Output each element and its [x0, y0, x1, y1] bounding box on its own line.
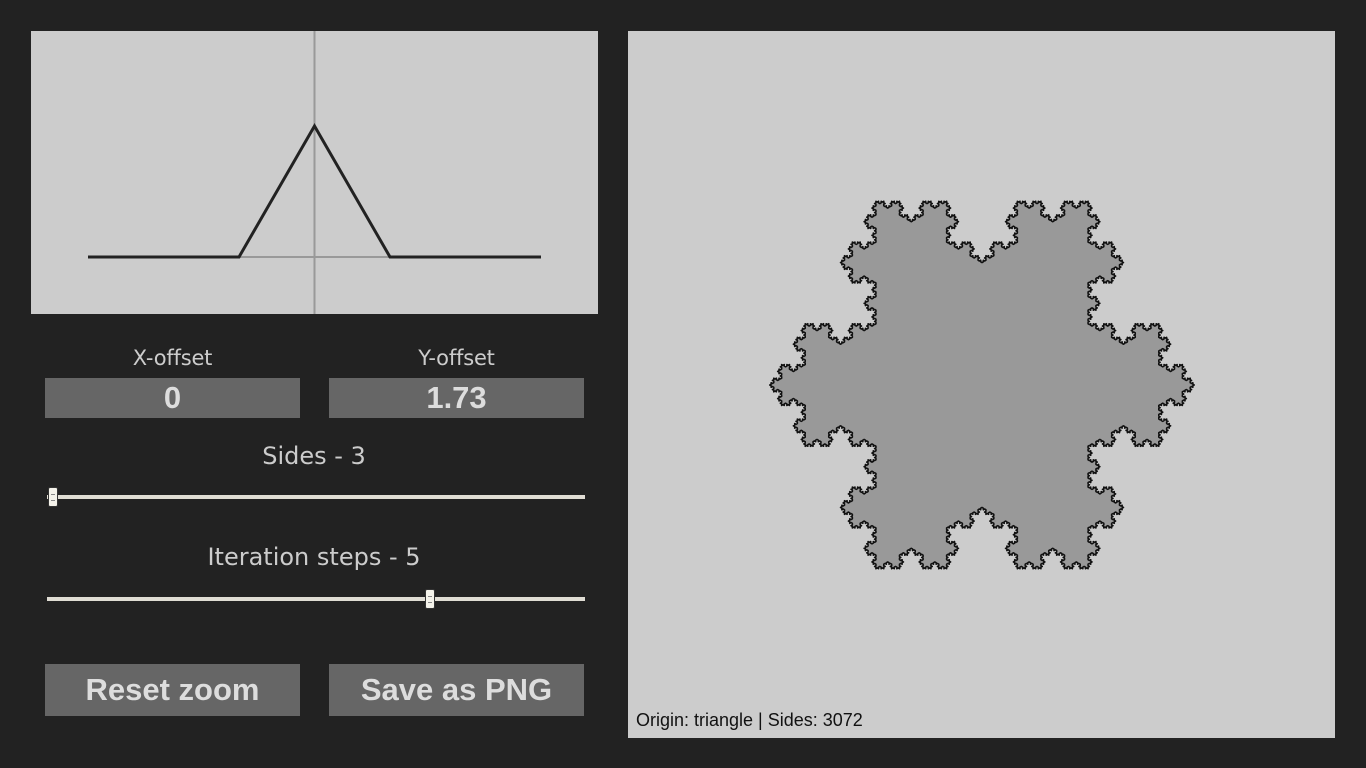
iterations-label: Iteration steps - 5: [207, 543, 421, 571]
iterations-slider-thumb[interactable]: [425, 589, 435, 609]
iterations-slider[interactable]: [47, 589, 585, 609]
status-text: Origin: triangle | Sides: 3072: [636, 710, 863, 730]
save-png-button[interactable]: Save as PNG: [329, 664, 584, 716]
sides-label: Sides - 3: [262, 442, 366, 470]
sides-slider-thumb[interactable]: [48, 487, 58, 507]
y-offset-input[interactable]: [329, 378, 584, 418]
koch-snowflake: [769, 200, 1195, 570]
fractal-svg: [769, 200, 1195, 570]
x-offset-input[interactable]: [45, 378, 300, 418]
fractal-canvas[interactable]: Origin: triangle | Sides: 3072: [628, 31, 1335, 738]
x-offset-label: X-offset: [132, 346, 213, 370]
generator-preview[interactable]: [31, 31, 598, 314]
sides-slider[interactable]: [47, 487, 585, 507]
reset-zoom-button[interactable]: Reset zoom: [45, 664, 300, 716]
generator-preview-svg: [88, 31, 541, 314]
y-offset-label: Y-offset: [418, 346, 495, 370]
